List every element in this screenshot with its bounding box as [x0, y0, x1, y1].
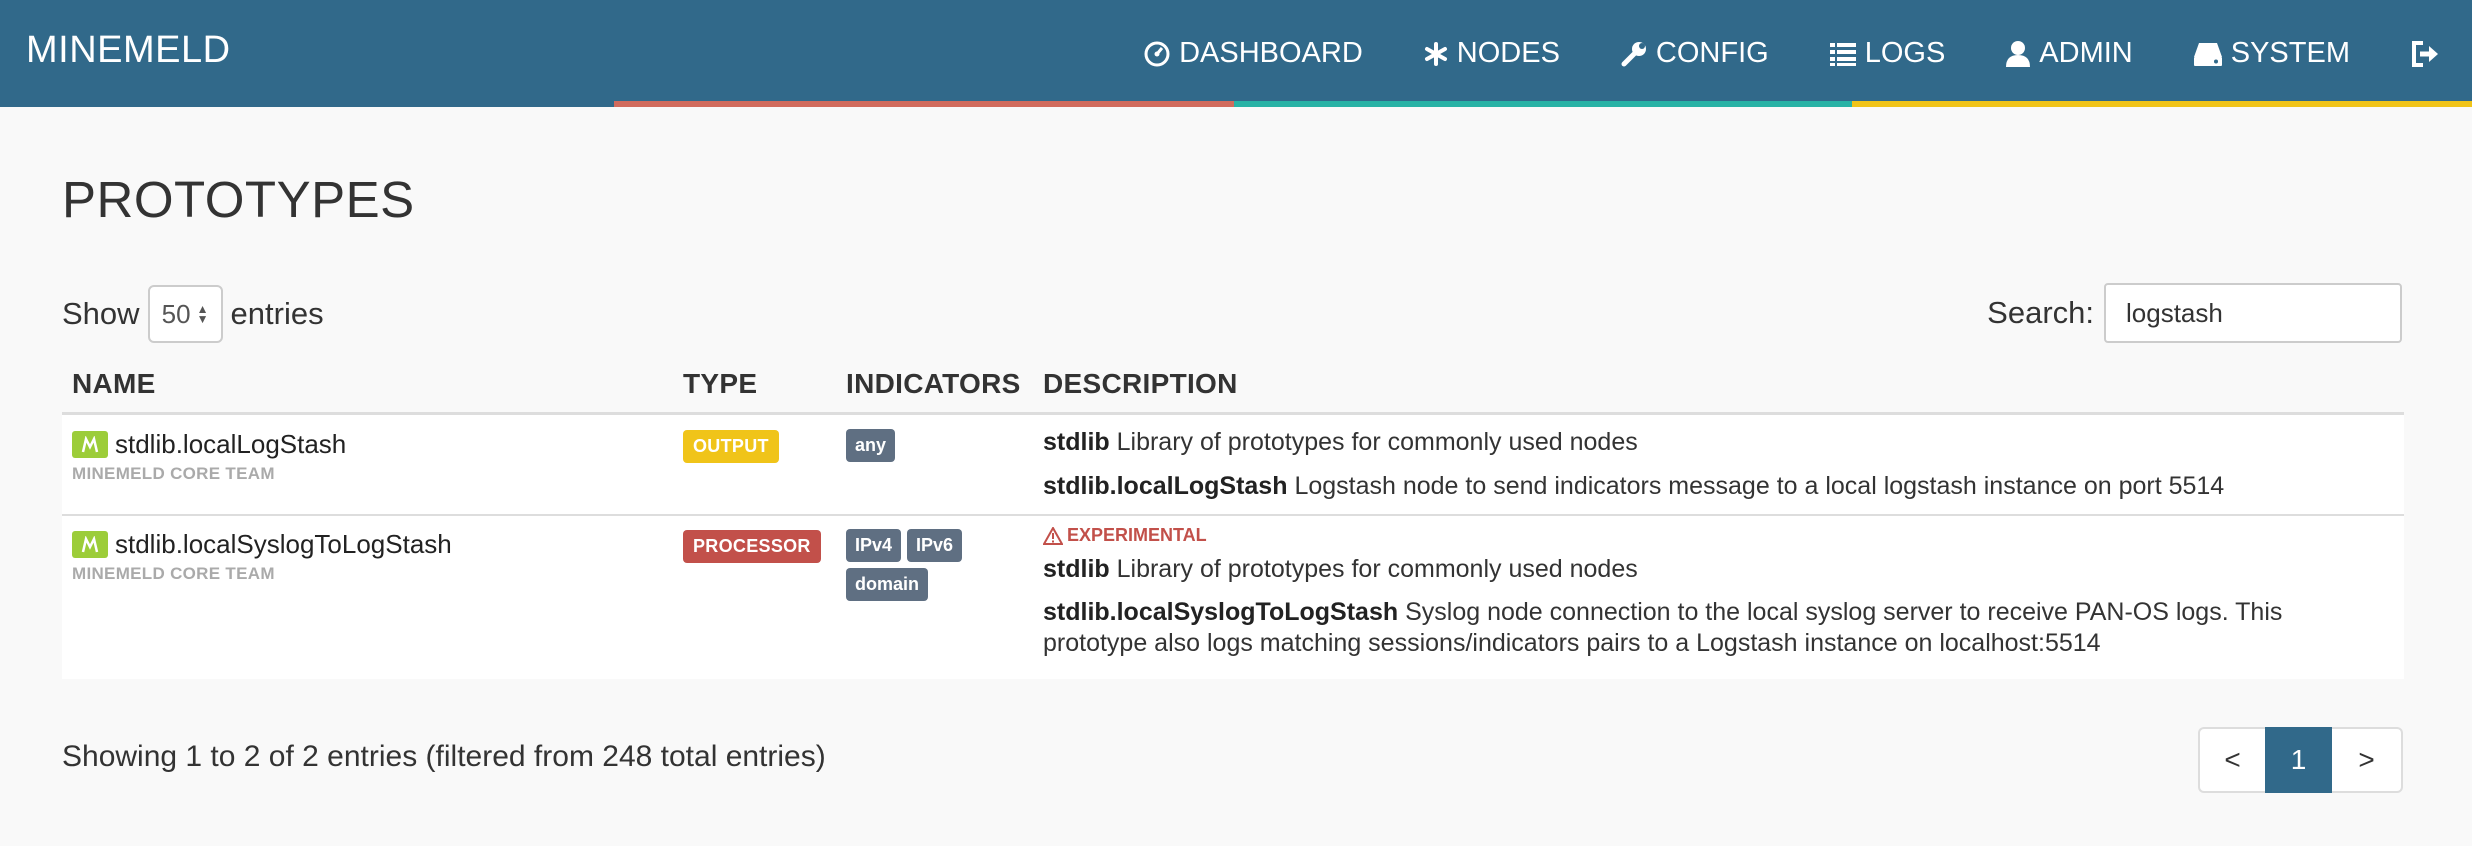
prototype-name[interactable]: stdlib.localSyslogToLogStash — [115, 529, 452, 560]
nav-accent-teal — [1234, 101, 1852, 107]
nav-nodes[interactable]: NODES — [1423, 37, 1560, 70]
minemeld-logo-icon — [72, 531, 108, 558]
user-icon — [2005, 40, 2031, 68]
library-text: Library of prototypes for commonly used … — [1116, 555, 1638, 583]
indicator-badge: domain — [846, 568, 929, 601]
prototypes-table: NAME TYPE INDICATORS DESCRIPTION stdlib.… — [62, 360, 2404, 679]
logout-icon — [2410, 40, 2440, 68]
prototype-desc-text-continued: prototype also logs matching sessions/in… — [1043, 629, 2101, 657]
library-description: stdlib Library of prototypes for commonl… — [1043, 554, 2383, 585]
prototype-desc-name: stdlib.localSyslogToLogStash — [1043, 598, 1399, 626]
page-1-button[interactable]: 1 — [2265, 727, 2332, 793]
type-cell: OUTPUT — [683, 430, 779, 463]
type-badge: PROCESSOR — [683, 530, 821, 563]
table-row[interactable]: stdlib.localSyslogToLogStash MINEMELD CO… — [62, 516, 2404, 679]
nav-config-label: CONFIG — [1655, 37, 1769, 69]
library-name: stdlib — [1043, 428, 1110, 456]
type-cell: PROCESSOR — [683, 530, 821, 563]
name-cell: stdlib.localLogStash MINEMELD CORE TEAM — [72, 429, 346, 484]
warning-icon — [1043, 526, 1063, 545]
description-cell: EXPERIMENTAL stdlib Library of prototype… — [1043, 525, 2383, 659]
search-label: Search: — [1987, 295, 2094, 330]
nav-config[interactable]: CONFIG — [1620, 37, 1769, 70]
minemeld-logo-icon — [72, 431, 108, 458]
main-nav: DASHBOARD NODES CONFIG LOGS ADMIN SYSTEM — [1143, 0, 2472, 107]
header-type[interactable]: TYPE — [683, 368, 757, 400]
indicator-badge: IPv6 — [907, 529, 963, 562]
description-cell: stdlib Library of prototypes for commonl… — [1043, 427, 2383, 502]
entries-label: entries — [230, 296, 324, 331]
nav-admin[interactable]: ADMIN — [2005, 37, 2133, 70]
entries-select[interactable]: 50 ▲ ▼ — [147, 285, 223, 343]
indicators-cell: any — [846, 429, 901, 468]
experimental-label: EXPERIMENTAL — [1067, 525, 1207, 545]
prototype-description: stdlib.localSyslogToLogStash Syslog node… — [1043, 597, 2383, 659]
experimental-flag: EXPERIMENTAL — [1043, 525, 2383, 546]
nav-accent-red — [614, 101, 1234, 107]
indicator-badge: any — [846, 429, 896, 462]
header-indicators[interactable]: INDICATORS — [846, 368, 1021, 400]
prototype-author: MINEMELD CORE TEAM — [72, 464, 275, 483]
asterisk-icon — [1423, 41, 1449, 67]
nav-system-label: SYSTEM — [2230, 37, 2350, 69]
show-label: Show — [62, 296, 140, 331]
table-header: NAME TYPE INDICATORS DESCRIPTION — [62, 360, 2404, 415]
page-title: PROTOTYPES — [62, 171, 415, 228]
hdd-icon — [2193, 41, 2223, 67]
nav-accent-yellow — [1852, 101, 2472, 107]
list-icon — [1829, 41, 1857, 67]
nav-admin-label: ADMIN — [2039, 37, 2133, 69]
table-search: Search: — [1987, 283, 2402, 343]
search-input[interactable] — [2104, 283, 2402, 343]
wrench-icon — [1620, 40, 1648, 68]
name-cell: stdlib.localSyslogToLogStash MINEMELD CO… — [72, 529, 452, 584]
prototype-desc-name: stdlib.localLogStash — [1043, 472, 1288, 500]
select-arrows-icon: ▲ ▼ — [196, 302, 209, 326]
prototype-author: MINEMELD CORE TEAM — [72, 564, 275, 583]
type-badge: OUTPUT — [683, 430, 779, 463]
library-name: stdlib — [1043, 555, 1110, 583]
indicator-badge: IPv4 — [846, 529, 902, 562]
previous-page-button[interactable]: < — [2198, 727, 2265, 793]
prototype-desc-text: Logstash node to send indicators message… — [1294, 472, 2225, 500]
table-info: Showing 1 to 2 of 2 entries (filtered fr… — [62, 740, 826, 773]
dashboard-icon — [1143, 40, 1171, 68]
entries-select-value: 50 — [161, 298, 191, 329]
prototype-description: stdlib.localLogStash Logstash node to se… — [1043, 471, 2383, 502]
nav-dashboard[interactable]: DASHBOARD — [1143, 37, 1363, 70]
indicators-cell: IPv4 IPv6 domain — [846, 529, 986, 607]
logout-button[interactable] — [2410, 40, 2448, 68]
nav-logs[interactable]: LOGS — [1829, 37, 1946, 70]
nav-logs-label: LOGS — [1864, 37, 1946, 69]
nav-nodes-label: NODES — [1456, 37, 1560, 69]
nav-dashboard-label: DASHBOARD — [1179, 37, 1363, 69]
entries-length: Show 50 ▲ ▼ entries — [62, 285, 324, 343]
brand-logo[interactable]: MINEMELD — [26, 29, 231, 72]
next-page-button[interactable]: > — [2332, 727, 2403, 793]
library-text: Library of prototypes for commonly used … — [1116, 428, 1638, 456]
pagination: < 1 > — [2198, 727, 2403, 793]
table-row[interactable]: stdlib.localLogStash MINEMELD CORE TEAM … — [62, 415, 2404, 516]
top-navbar: MINEMELD DASHBOARD NODES CONFIG LOGS ADM… — [0, 0, 2472, 107]
prototype-desc-text: Syslog node connection to the local sysl… — [1405, 598, 2283, 626]
library-description: stdlib Library of prototypes for commonl… — [1043, 427, 2383, 458]
nav-system[interactable]: SYSTEM — [2193, 37, 2350, 70]
header-name[interactable]: NAME — [72, 368, 156, 400]
prototype-name[interactable]: stdlib.localLogStash — [115, 429, 346, 460]
header-description[interactable]: DESCRIPTION — [1043, 368, 1238, 400]
